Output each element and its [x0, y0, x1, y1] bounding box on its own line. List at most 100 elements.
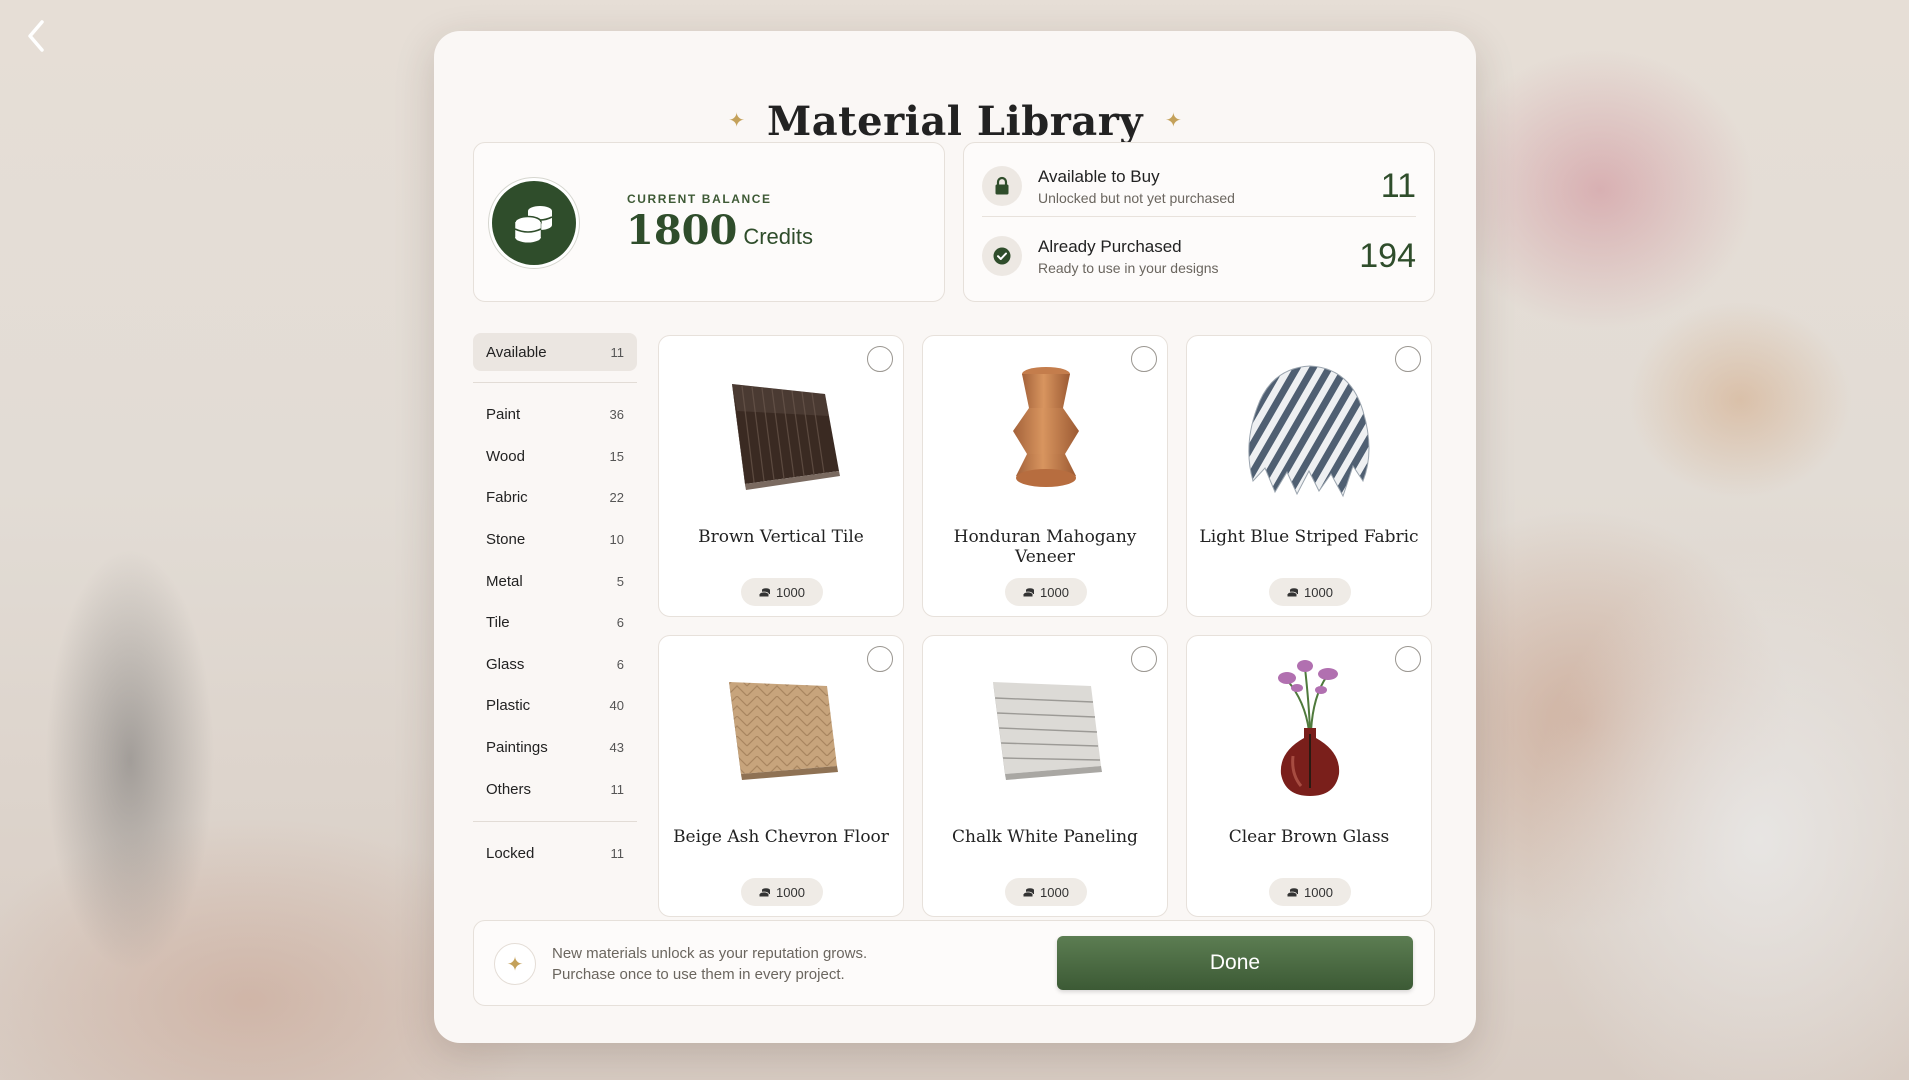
sidebar-item-count: 22 [609, 490, 624, 506]
material-card-brown-vertical-tile[interactable]: Brown Vertical Tile 1000 [658, 335, 904, 617]
select-radio[interactable] [1131, 646, 1157, 672]
stat-count: 194 [1359, 237, 1416, 275]
price-pill: 1000 [1005, 578, 1087, 606]
select-radio[interactable] [1395, 646, 1421, 672]
coin-badge [488, 177, 580, 269]
balance-amount: 1800 [626, 207, 738, 254]
coins-icon [1287, 887, 1299, 896]
material-card-beige-ash-chevron-floor[interactable]: Beige Ash Chevron Floor 1000 [658, 635, 904, 917]
material-card-light-blue-striped-fabric[interactable]: Light Blue Striped Fabric 1000 [1186, 335, 1432, 617]
footer-message: New materials unlock as your reputation … [552, 943, 867, 985]
price-value: 1000 [1304, 884, 1333, 900]
material-card-honduran-mahogany-veneer[interactable]: Honduran Mahogany Veneer 1000 [922, 335, 1168, 617]
sidebar-item-available[interactable]: Available 11 [473, 333, 637, 371]
sidebar-item-label: Available [486, 343, 547, 361]
price-pill: 1000 [1269, 878, 1351, 906]
sidebar-item-paint[interactable]: Paint 36 [473, 394, 637, 436]
material-card-clear-brown-glass[interactable]: Clear Brown Glass 1000 [1186, 635, 1432, 917]
sidebar-item-label: Locked [486, 845, 535, 863]
sidebar-item-others[interactable]: Others 11 [473, 768, 637, 810]
coins-icon [1023, 887, 1035, 896]
chevron-left-icon [28, 20, 44, 52]
stat-already-purchased: Already Purchased Ready to use in your d… [982, 219, 1416, 287]
sidebar-item-wood[interactable]: Wood 15 [473, 436, 637, 478]
sidebar-item-stone[interactable]: Stone 10 [473, 519, 637, 561]
stat-title: Available to Buy [1038, 167, 1160, 186]
sidebar-item-count: 11 [610, 781, 625, 797]
sidebar-item-label: Metal [486, 572, 523, 590]
material-thumbnail [971, 656, 1121, 806]
coins-icon [1287, 587, 1299, 596]
footer-line-2: Purchase once to use them in every proje… [552, 966, 845, 983]
sidebar-item-label: Others [486, 780, 532, 798]
material-thumbnail [971, 356, 1121, 506]
sidebar-item-count: 36 [609, 407, 624, 423]
sidebar-item-count: 10 [609, 532, 624, 548]
price-value: 1000 [776, 884, 805, 900]
coins-icon [1023, 587, 1035, 596]
sidebar-item-count: 11 [610, 846, 625, 862]
sidebar-item-label: Paint [486, 406, 521, 424]
material-name: Brown Vertical Tile [698, 527, 864, 547]
sidebar-item-count: 43 [609, 740, 624, 756]
sidebar-item-count: 40 [609, 698, 624, 714]
sidebar-item-plastic[interactable]: Plastic 40 [473, 685, 637, 727]
sidebar-item-paintings[interactable]: Paintings 43 [473, 727, 637, 769]
sidebar-item-label: Tile [486, 614, 510, 632]
stat-title: Already Purchased [1038, 237, 1182, 256]
lock-icon [982, 166, 1022, 206]
material-thumbnail [707, 356, 857, 506]
back-button[interactable] [18, 18, 54, 54]
stat-subtitle: Unlocked but not yet purchased [1038, 190, 1235, 206]
sidebar-item-label: Glass [486, 655, 525, 673]
divider [473, 820, 637, 822]
price-pill: 1000 [741, 878, 823, 906]
select-radio[interactable] [1131, 346, 1157, 372]
price-value: 1000 [776, 584, 805, 600]
sidebar-item-metal[interactable]: Metal 5 [473, 560, 637, 602]
material-thumbnail [707, 656, 857, 806]
sidebar-item-fabric[interactable]: Fabric 22 [473, 477, 637, 519]
sidebar-item-label: Fabric [486, 489, 528, 507]
material-name: Chalk White Paneling [952, 827, 1138, 847]
divider [473, 382, 637, 383]
material-thumbnail [1235, 356, 1385, 506]
sidebar-item-locked[interactable]: Locked 11 [473, 833, 637, 875]
price-pill: 1000 [1005, 878, 1087, 906]
price-pill: 1000 [1269, 578, 1351, 606]
sidebar-item-glass[interactable]: Glass 6 [473, 644, 637, 686]
price-value: 1000 [1304, 584, 1333, 600]
done-button[interactable]: Done [1057, 936, 1413, 990]
material-grid: Brown Vertical Tile 1000 Honduran Mahoga… [658, 335, 1440, 931]
sidebar-item-count: 6 [616, 656, 624, 672]
sparkle-icon: ✦ [728, 110, 745, 132]
sidebar-item-count: 15 [609, 448, 624, 464]
balance-label: CURRENT BALANCE [627, 192, 772, 206]
material-card-chalk-white-paneling[interactable]: Chalk White Paneling 1000 [922, 635, 1168, 917]
material-thumbnail [1235, 656, 1385, 806]
balance-value-group: 1800 Credits [626, 207, 813, 254]
stats-card: Available to Buy Unlocked but not yet pu… [963, 142, 1435, 302]
select-radio[interactable] [867, 646, 893, 672]
check-circle-icon [982, 236, 1022, 276]
price-value: 1000 [1040, 584, 1069, 600]
material-name: Light Blue Striped Fabric [1199, 527, 1419, 547]
sparkle-icon: ✦ [494, 943, 536, 985]
select-radio[interactable] [1395, 346, 1421, 372]
sidebar-item-label: Wood [486, 447, 525, 465]
material-name: Clear Brown Glass [1228, 827, 1390, 847]
sidebar-item-count: 5 [616, 573, 624, 589]
sidebar-item-count: 6 [616, 615, 624, 631]
select-radio[interactable] [867, 346, 893, 372]
sidebar-item-tile[interactable]: Tile 6 [473, 602, 637, 644]
price-value: 1000 [1040, 884, 1069, 900]
sidebar-item-label: Paintings [486, 739, 548, 757]
material-library-modal: ✦ Material Library ✦ CURRENT BALANCE 180… [434, 31, 1476, 1043]
coins-icon [514, 206, 553, 243]
sparkle-icon: ✦ [1165, 110, 1182, 132]
balance-unit: Credits [743, 224, 814, 249]
balance-card: CURRENT BALANCE 1800 Credits [473, 142, 945, 302]
page-title: Material Library [766, 97, 1144, 145]
stat-available-to-buy: Available to Buy Unlocked but not yet pu… [982, 149, 1416, 217]
footer-bar: ✦ New materials unlock as your reputatio… [473, 920, 1435, 1006]
